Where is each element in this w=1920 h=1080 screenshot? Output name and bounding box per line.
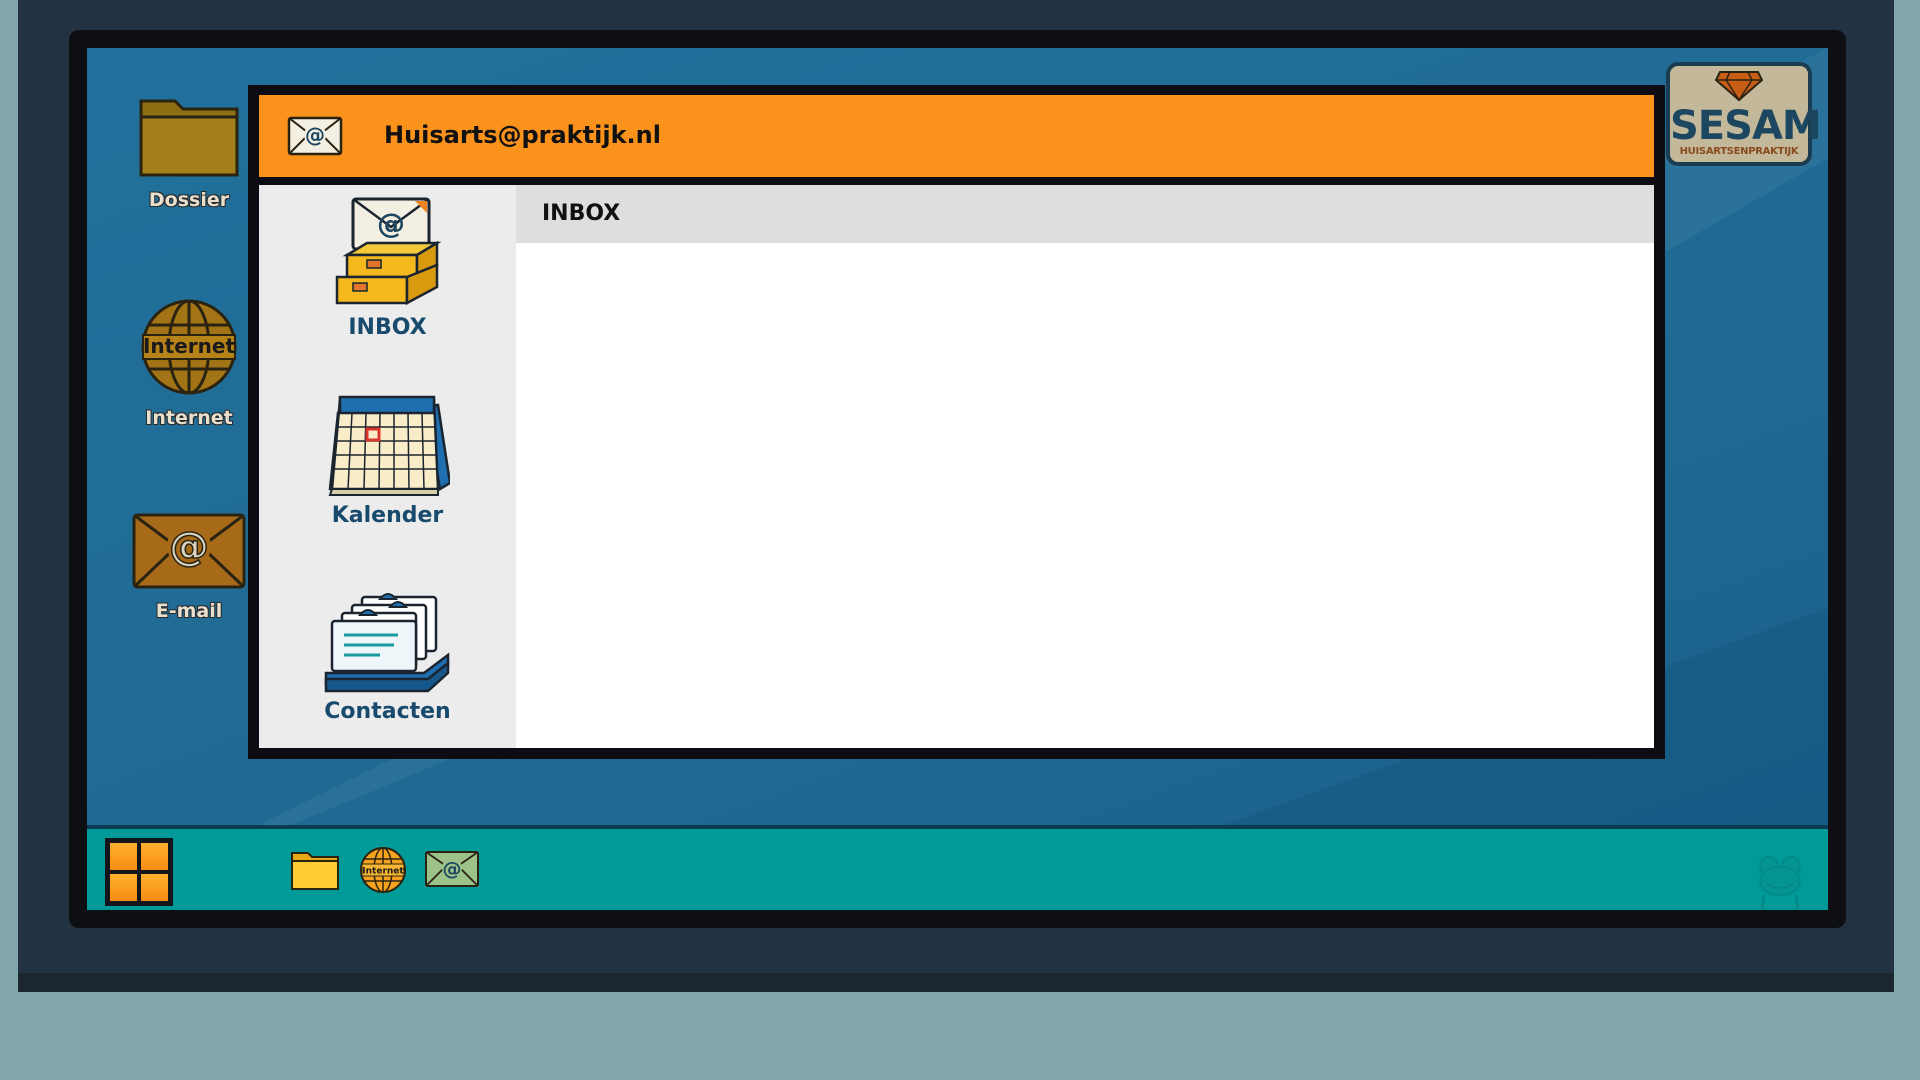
desktop-icon-label: E-mail xyxy=(155,600,223,622)
content-title: INBOX xyxy=(542,201,621,226)
start-tile xyxy=(110,843,137,870)
inbox-icon: @ xyxy=(335,197,442,306)
sidebar-item-contacten[interactable]: Contacten xyxy=(259,589,516,724)
start-tile xyxy=(141,874,168,901)
folder-icon xyxy=(291,852,339,890)
desktop-icon-label: Dossier xyxy=(148,189,230,211)
content-header: INBOX xyxy=(516,185,1654,243)
mail-window-body: @ INBOX Kalender Contacten INBOX xyxy=(259,185,1654,748)
svg-text:@: @ xyxy=(443,858,462,880)
desk-strip xyxy=(18,973,1894,992)
start-tile xyxy=(141,843,168,870)
globe-icon: Internet xyxy=(360,847,406,893)
envelope-icon: @ xyxy=(132,513,246,589)
sidebar-item-label: Contacten xyxy=(324,699,451,724)
mail-window-title: Huisarts@praktijk.nl xyxy=(384,121,661,149)
svg-text:@: @ xyxy=(169,524,209,570)
desktop-icon-dossier[interactable]: Dossier xyxy=(129,93,249,211)
sidebar-item-inbox[interactable]: @ INBOX xyxy=(259,197,516,340)
svg-text:@: @ xyxy=(305,123,325,147)
start-tile xyxy=(110,874,137,901)
svg-text:@: @ xyxy=(377,207,405,240)
desktop-icon-label: Internet xyxy=(145,407,233,429)
mail-window: @ Huisarts@praktijk.nl @ INBOX Kalender … xyxy=(248,85,1665,759)
frog-mascot-icon xyxy=(1759,856,1801,909)
message-list[interactable] xyxy=(516,243,1654,748)
calendar-icon xyxy=(328,395,451,496)
globe-icon: Internet xyxy=(141,299,237,395)
sidebar-item-label: INBOX xyxy=(348,315,427,340)
taskbar: Internet @ xyxy=(87,825,1828,910)
mail-title-bar: @ Huisarts@praktijk.nl xyxy=(259,95,1654,177)
mail-sidebar: @ INBOX Kalender Contacten xyxy=(259,185,516,748)
folder-icon xyxy=(139,99,239,177)
desktop-icon-email[interactable]: @ E-mail xyxy=(129,512,249,622)
mail-envelope-icon: @ xyxy=(287,116,343,156)
sesam-logo: SESAM HUISARTSENPRAKTIJK xyxy=(1666,62,1822,166)
taskbar-internet-button[interactable]: Internet xyxy=(359,846,407,898)
globe-text: Internet xyxy=(362,867,404,877)
globe-text: Internet xyxy=(143,334,235,358)
envelope-icon: @ xyxy=(425,851,479,887)
logo-main-text: SESAM xyxy=(1670,103,1822,149)
desktop-icon-internet[interactable]: Internet Internet xyxy=(129,297,249,429)
contacts-cards-icon xyxy=(324,593,449,693)
logo-sub-text: HUISARTSENPRAKTIJK xyxy=(1679,146,1799,157)
taskbar-email-button[interactable]: @ xyxy=(424,850,480,892)
sidebar-item-kalender[interactable]: Kalender xyxy=(259,393,516,528)
sidebar-item-label: Kalender xyxy=(331,503,444,528)
desktop-screen: Dossier Internet Internet @ E-mail SESAM… xyxy=(87,48,1828,910)
diamond-icon xyxy=(1714,71,1764,102)
start-button[interactable] xyxy=(105,838,173,906)
taskbar-folder-button[interactable] xyxy=(290,849,340,895)
